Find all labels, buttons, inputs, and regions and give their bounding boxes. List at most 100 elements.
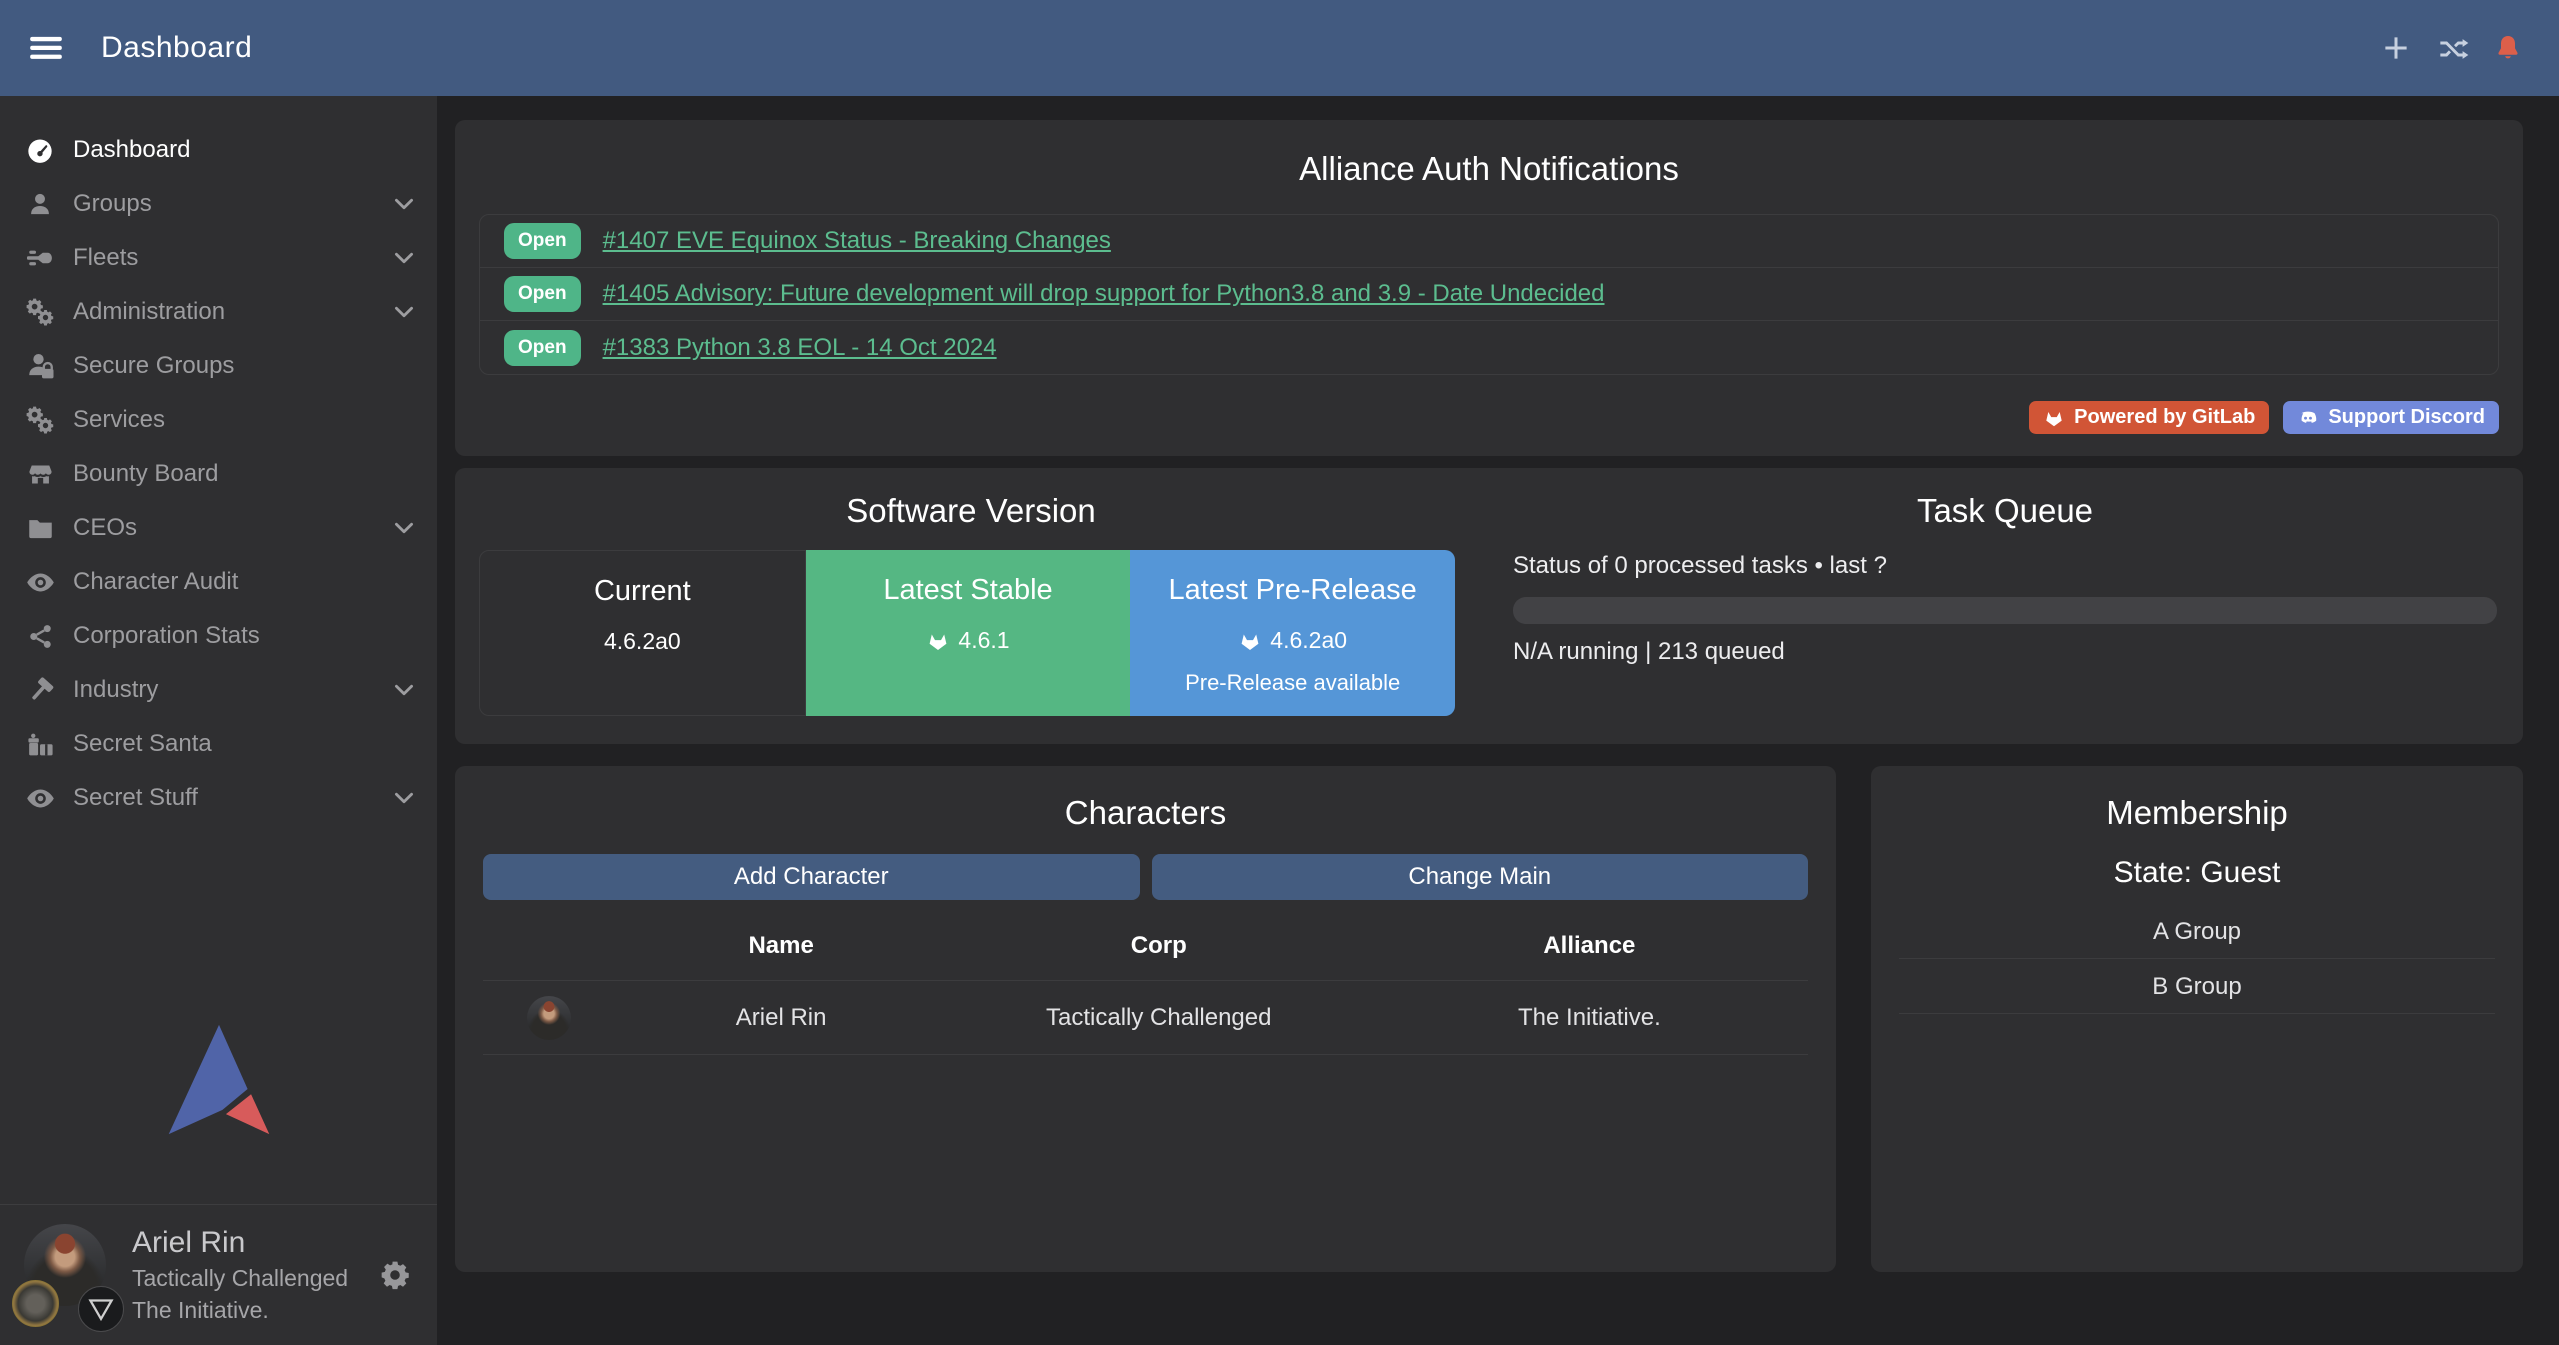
group-item: A Group — [1899, 904, 2495, 959]
notifications-card: Alliance Auth Notifications Open #1407 E… — [455, 120, 2523, 456]
sidebar-item-dashboard[interactable]: Dashboard — [0, 123, 437, 177]
user-avatar-stack — [22, 1224, 108, 1334]
gears-icon — [22, 405, 58, 435]
software-taskqueue-card: Software Version Current 4.6.2a0 Latest … — [455, 468, 2523, 744]
task-queue-progressbar — [1513, 597, 2497, 624]
sidebar-item-bounty-board[interactable]: Bounty Board — [0, 447, 437, 501]
notification-item: Open #1407 EVE Equinox Status - Breaking… — [480, 215, 2498, 268]
user-icon — [22, 189, 58, 219]
character-portrait — [527, 996, 571, 1040]
software-version-title: Software Version — [479, 492, 1463, 530]
user-name: Ariel Rin — [132, 1228, 348, 1258]
page-title: Dashboard — [101, 31, 252, 65]
chevron-down-icon — [391, 299, 417, 325]
sidebar-item-secret-stuff[interactable]: Secret Stuff — [0, 771, 437, 825]
chevron-down-icon — [391, 245, 417, 271]
group-item: B Group — [1899, 959, 2495, 1014]
gitlab-icon — [1238, 629, 1262, 653]
sidebar-item-secure-groups[interactable]: Secure Groups — [0, 339, 437, 393]
sidebar-item-corporation-stats[interactable]: Corporation Stats — [0, 609, 437, 663]
chevron-down-icon — [391, 677, 417, 703]
status-badge: Open — [504, 276, 581, 312]
notifications-list: Open #1407 EVE Equinox Status - Breaking… — [479, 214, 2499, 375]
change-main-button[interactable]: Change Main — [1152, 854, 1809, 900]
gifts-icon — [22, 729, 58, 759]
membership-state: State: Guest — [1899, 856, 2495, 890]
gauge-icon — [22, 135, 58, 165]
character-alliance: The Initiative. — [1371, 981, 1808, 1055]
membership-card: Membership State: Guest A Group B Group — [1871, 766, 2523, 1272]
prerelease-note: Pre-Release available — [1185, 670, 1400, 696]
column-header-name: Name — [616, 910, 947, 981]
eye-icon — [22, 567, 58, 597]
task-queue-counts: N/A running | 213 queued — [1513, 638, 2497, 666]
notification-link[interactable]: #1383 Python 3.8 EOL - 14 Oct 2024 — [603, 334, 997, 362]
task-queue-section: Task Queue Status of 0 processed tasks •… — [1489, 468, 2523, 744]
membership-title: Membership — [1899, 794, 2495, 832]
user-meta: Ariel Rin Tactically Challenged The Init… — [132, 1228, 348, 1322]
gitlab-icon — [926, 629, 950, 653]
gear-icon[interactable] — [379, 1259, 411, 1291]
sidebar-item-industry[interactable]: Industry — [0, 663, 437, 717]
task-queue-status: Status of 0 processed tasks • last ? — [1513, 552, 2497, 580]
column-header-corp: Corp — [947, 910, 1371, 981]
column-header-alliance: Alliance — [1371, 910, 1808, 981]
user-alliance: The Initiative. — [132, 1299, 348, 1322]
notifications-title: Alliance Auth Notifications — [479, 150, 2499, 188]
characters-card: Characters Add Character Change Main Nam… — [455, 766, 1836, 1272]
user-panel: Ariel Rin Tactically Challenged The Init… — [0, 1204, 437, 1345]
gitlab-badge[interactable]: Powered by GitLab — [2029, 401, 2269, 434]
gitlab-icon — [2043, 407, 2065, 429]
character-corp: Tactically Challenged — [947, 981, 1371, 1055]
sidebar-item-fleets[interactable]: Fleets — [0, 231, 437, 285]
store-icon — [22, 459, 58, 489]
task-queue-title: Task Queue — [1513, 492, 2497, 530]
gears-icon — [22, 297, 58, 327]
sidebar-item-groups[interactable]: Groups — [0, 177, 437, 231]
user-corp: Tactically Challenged — [132, 1267, 348, 1290]
discord-badge[interactable]: Support Discord — [2283, 401, 2499, 434]
character-name: Ariel Rin — [616, 981, 947, 1055]
notifications-bell-icon[interactable] — [2493, 33, 2523, 63]
sidebar-menu: Dashboard Groups Fleets Administration S… — [0, 96, 437, 825]
shuffle-icon[interactable] — [2437, 33, 2467, 63]
sidebar-item-character-audit[interactable]: Character Audit — [0, 555, 437, 609]
add-character-icon[interactable] — [2381, 33, 2411, 63]
discord-icon — [2297, 407, 2319, 429]
sidebar-item-secret-santa[interactable]: Secret Santa — [0, 717, 437, 771]
chevron-down-icon — [391, 191, 417, 217]
sidebar: Dashboard Groups Fleets Administration S… — [0, 96, 437, 1345]
folder-icon — [22, 513, 58, 543]
main-content: Alliance Auth Notifications Open #1407 E… — [437, 96, 2559, 1345]
corp-logo — [12, 1280, 59, 1327]
sidebar-item-administration[interactable]: Administration — [0, 285, 437, 339]
brand-badges: Powered by GitLab Support Discord — [479, 401, 2499, 434]
shuttle-icon — [22, 243, 58, 273]
status-badge: Open — [504, 223, 581, 259]
eye-icon — [22, 783, 58, 813]
chevron-down-icon — [391, 785, 417, 811]
add-character-button[interactable]: Add Character — [483, 854, 1140, 900]
version-block: Current 4.6.2a0 Latest Stable 4.6.1 Late… — [479, 550, 1455, 716]
software-version-section: Software Version Current 4.6.2a0 Latest … — [455, 468, 1489, 744]
chevron-down-icon — [391, 515, 417, 541]
characters-table: Name Corp Alliance Ariel Rin Tactically … — [483, 910, 1808, 1055]
alliance-auth-logo — [0, 1023, 437, 1136]
top-navbar: Dashboard — [0, 0, 2559, 96]
version-latest-prerelease[interactable]: Latest Pre-Release 4.6.2a0 Pre-Release a… — [1130, 550, 1455, 716]
notification-link[interactable]: #1405 Advisory: Future development will … — [603, 280, 1605, 308]
status-badge: Open — [504, 330, 581, 366]
notification-link[interactable]: #1407 EVE Equinox Status - Breaking Chan… — [603, 227, 1111, 255]
version-current: Current 4.6.2a0 — [479, 550, 806, 716]
membership-groups: A Group B Group — [1899, 904, 2495, 1014]
menu-icon[interactable] — [27, 28, 67, 68]
notification-item: Open #1405 Advisory: Future development … — [480, 268, 2498, 321]
hammer-icon — [22, 675, 58, 705]
share-nodes-icon — [22, 621, 58, 651]
characters-title: Characters — [483, 794, 1808, 832]
user-lock-icon — [22, 351, 58, 381]
sidebar-item-services[interactable]: Services — [0, 393, 437, 447]
notification-item: Open #1383 Python 3.8 EOL - 14 Oct 2024 — [480, 321, 2498, 374]
version-latest-stable[interactable]: Latest Stable 4.6.1 — [806, 550, 1131, 716]
sidebar-item-ceos[interactable]: CEOs — [0, 501, 437, 555]
